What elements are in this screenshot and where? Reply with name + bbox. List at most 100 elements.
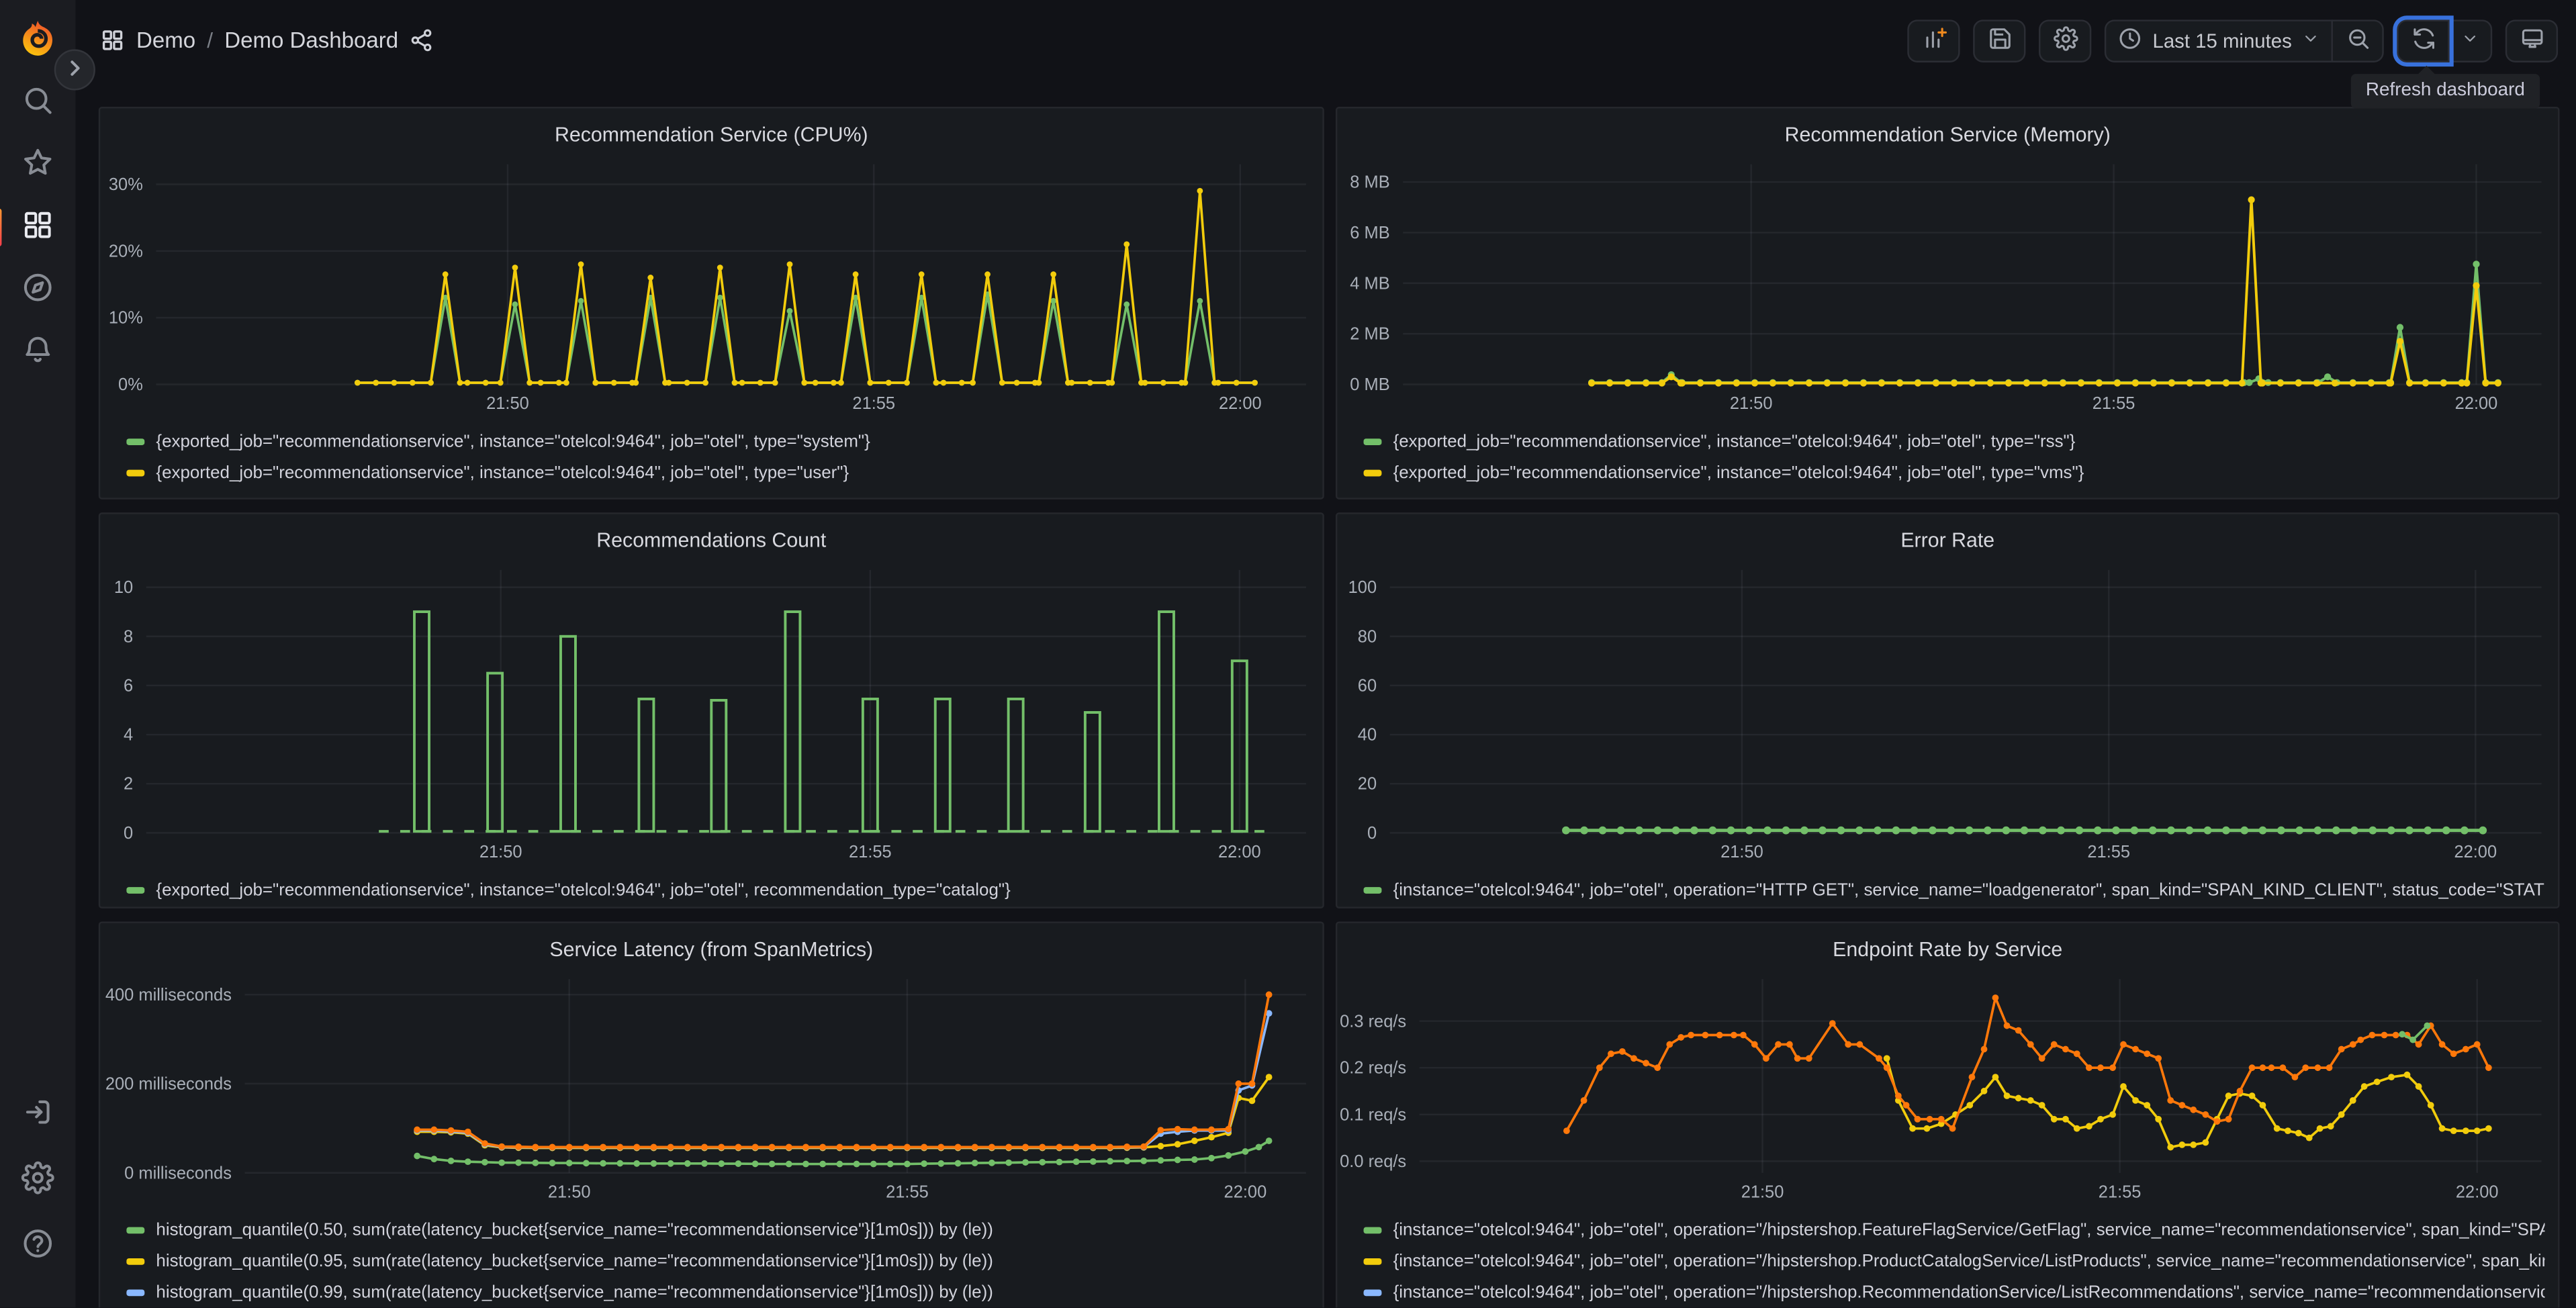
- grafana-logo-icon[interactable]: [16, 18, 59, 61]
- endpoint-rate-chart[interactable]: 0.0 req/s 0.1 req/s 0.2 req/s 0.3 req/s 21:5…: [1337, 966, 2558, 1209]
- svg-text:22:00: 22:00: [2455, 394, 2498, 413]
- panel-title[interactable]: Recommendations Count: [100, 524, 1322, 557]
- legend-label: histogram_quantile(0.99, sum(rate(latenc…: [156, 1282, 993, 1302]
- error-rate-legend: {instance="otelcol:9464", job="otel", op…: [1337, 869, 2558, 906]
- legend-label: {exported_job="recommendationservice", i…: [156, 462, 849, 483]
- panel-service-latency: Service Latency (from SpanMetrics) 0 mil…: [98, 921, 1324, 1308]
- svg-text:200 milliseconds: 200 milliseconds: [105, 1074, 232, 1093]
- sidebar-item-dashboards[interactable]: [0, 208, 67, 246]
- legend-item[interactable]: {instance="otelcol:9464", job="otel", op…: [1363, 1276, 2545, 1307]
- endpoint-rate-legend: {instance="otelcol:9464", job="otel", op…: [1337, 1209, 2558, 1308]
- sidebar-expand-button[interactable]: [54, 49, 95, 91]
- panel-title[interactable]: Recommendation Service (Memory): [1337, 118, 2558, 151]
- breadcrumb-separator: /: [207, 28, 214, 53]
- legend-item[interactable]: {instance="otelcol:9464", job="otel", op…: [1363, 1245, 2545, 1276]
- panel-title[interactable]: Endpoint Rate by Service: [1337, 933, 2558, 966]
- breadcrumb-folder[interactable]: Demo: [136, 28, 195, 53]
- svg-text:0: 0: [124, 824, 133, 843]
- svg-text:0.0 req/s: 0.0 req/s: [1340, 1152, 1406, 1171]
- panel-title[interactable]: Service Latency (from SpanMetrics): [100, 933, 1322, 966]
- svg-text:21:55: 21:55: [849, 843, 892, 861]
- legend-label: {instance="otelcol:9464", job="otel", op…: [1393, 880, 2545, 900]
- legend-item[interactable]: histogram_quantile(0.50, sum(rate(latenc…: [126, 1214, 1309, 1245]
- clock-icon: [2118, 26, 2143, 55]
- refresh-icon: [2411, 26, 2436, 55]
- legend-swatch: [1363, 1226, 1382, 1233]
- tv-mode-button[interactable]: [2505, 19, 2559, 62]
- refresh-interval-dropdown[interactable]: [2448, 19, 2493, 62]
- chevron-right-icon: [64, 56, 85, 83]
- zoom-out-time-button[interactable]: [2331, 19, 2384, 62]
- legend-item[interactable]: {exported_job="recommendationservice", i…: [126, 426, 1309, 457]
- sidebar: [0, 0, 76, 1308]
- svg-text:0: 0: [1367, 824, 1377, 843]
- breadcrumb-dashboard: Demo Dashboard: [224, 28, 399, 53]
- compass-icon: [21, 271, 54, 309]
- legend-label: {instance="otelcol:9464", job="otel", op…: [1393, 1282, 2545, 1302]
- svg-text:20: 20: [1358, 775, 1377, 794]
- sidebar-nav-top: [0, 85, 76, 369]
- time-range-label: Last 15 minutes: [2152, 28, 2292, 52]
- svg-text:22:00: 22:00: [1218, 843, 1261, 861]
- sidebar-item-help[interactable]: [8, 1229, 67, 1263]
- chart-canvas[interactable]: 0 20 40 60 80 100 21:50 21:55 22:00: [1337, 557, 2558, 869]
- sidebar-item-starred[interactable]: [8, 148, 67, 182]
- sidebar-item-search[interactable]: [8, 85, 67, 120]
- legend-label: {exported_job="recommendationservice", i…: [156, 880, 1011, 900]
- sidebar-item-alerting[interactable]: [8, 335, 67, 369]
- chart-canvas[interactable]: 0 MB 2 MB 4 MB 6 MB 8 MB 21:50 21:55 22:00: [1337, 151, 2558, 420]
- svg-text:21:50: 21:50: [1720, 843, 1763, 861]
- svg-text:0.3 req/s: 0.3 req/s: [1340, 1012, 1406, 1031]
- error-rate-chart[interactable]: 0 20 40 60 80 100 21:50 21:55 22:00: [1337, 557, 2558, 869]
- legend-item[interactable]: histogram_quantile(0.95, sum(rate(latenc…: [126, 1245, 1309, 1276]
- legend-item[interactable]: histogram_quantile(0.99, sum(rate(latenc…: [126, 1276, 1309, 1307]
- service-latency-chart[interactable]: 0 milliseconds 200 milliseconds 400 millis…: [100, 966, 1322, 1209]
- chart-canvas[interactable]: 0 2 4 6 8 10 21:50 21:55 22:00: [100, 557, 1322, 869]
- sidebar-nav-bottom: [0, 1097, 76, 1263]
- recommendations-count-chart[interactable]: 0 2 4 6 8 10 21:50 21:55 22:00: [100, 557, 1322, 869]
- sidebar-item-explore[interactable]: [8, 273, 67, 307]
- svg-text:2 MB: 2 MB: [1350, 325, 1389, 344]
- svg-text:21:55: 21:55: [2092, 394, 2135, 413]
- legend-swatch: [1363, 469, 1382, 476]
- legend-item[interactable]: {exported_job="recommendationservice", i…: [126, 457, 1309, 487]
- time-range-picker[interactable]: Last 15 minutes: [2105, 19, 2333, 62]
- sidebar-item-sign-in[interactable]: [8, 1097, 67, 1131]
- chart-canvas[interactable]: 0 milliseconds 200 milliseconds 400 millis…: [100, 966, 1322, 1209]
- memory-chart[interactable]: 0 MB 2 MB 4 MB 6 MB 8 MB 21:50 21:55 22:00: [1337, 151, 2558, 420]
- chart-canvas[interactable]: 0.0 req/s 0.1 req/s 0.2 req/s 0.3 req/s 21:5…: [1337, 966, 2558, 1209]
- sidebar-item-server-admin[interactable]: [8, 1161, 67, 1197]
- dashboards-grid-icon: [100, 28, 125, 53]
- svg-text:0.2 req/s: 0.2 req/s: [1340, 1059, 1406, 1078]
- legend-swatch: [1363, 437, 1382, 445]
- bell-icon: [21, 334, 54, 371]
- legend-item[interactable]: {exported_job="recommendationservice", i…: [1363, 457, 2545, 487]
- svg-text:0 MB: 0 MB: [1350, 375, 1389, 394]
- legend-item[interactable]: {instance="otelcol:9464", job="otel", op…: [1363, 874, 2545, 905]
- panel-title[interactable]: Recommendation Service (CPU%): [100, 118, 1322, 151]
- svg-text:22:00: 22:00: [2454, 843, 2497, 861]
- svg-text:8 MB: 8 MB: [1350, 173, 1389, 192]
- legend-item[interactable]: {exported_job="recommendationservice", i…: [126, 874, 1309, 905]
- panel-title[interactable]: Error Rate: [1337, 524, 2558, 557]
- chart-canvas[interactable]: 0% 10% 20% 30% 21:50 21:55 22:00: [100, 151, 1322, 420]
- cpu-chart[interactable]: 0% 10% 20% 30% 21:50 21:55 22:00: [100, 151, 1322, 420]
- legend-swatch: [126, 1226, 145, 1233]
- legend-item[interactable]: {instance="otelcol:9464", job="otel", op…: [1363, 1214, 2545, 1245]
- breadcrumb: Demo / Demo Dashboard: [100, 28, 434, 53]
- legend-item[interactable]: {exported_job="recommendationservice", i…: [1363, 426, 2545, 457]
- svg-text:22:00: 22:00: [1219, 394, 1262, 413]
- svg-text:21:55: 21:55: [886, 1182, 929, 1201]
- panel-cpu: Recommendation Service (CPU%) 0% 10% 20% 30…: [98, 107, 1324, 500]
- dashboard-settings-button[interactable]: [2039, 19, 2092, 62]
- share-icon[interactable]: [410, 28, 434, 53]
- legend-label: {exported_job="recommendationservice", i…: [1393, 431, 2076, 451]
- search-icon: [21, 84, 54, 122]
- svg-text:4 MB: 4 MB: [1350, 274, 1389, 293]
- svg-text:10: 10: [114, 578, 133, 597]
- svg-text:21:50: 21:50: [479, 843, 522, 861]
- svg-text:60: 60: [1358, 676, 1377, 695]
- save-dashboard-button[interactable]: [1973, 19, 2027, 62]
- add-panel-button[interactable]: [1907, 19, 1961, 62]
- memory-legend: {exported_job="recommendationservice", i…: [1337, 420, 2558, 498]
